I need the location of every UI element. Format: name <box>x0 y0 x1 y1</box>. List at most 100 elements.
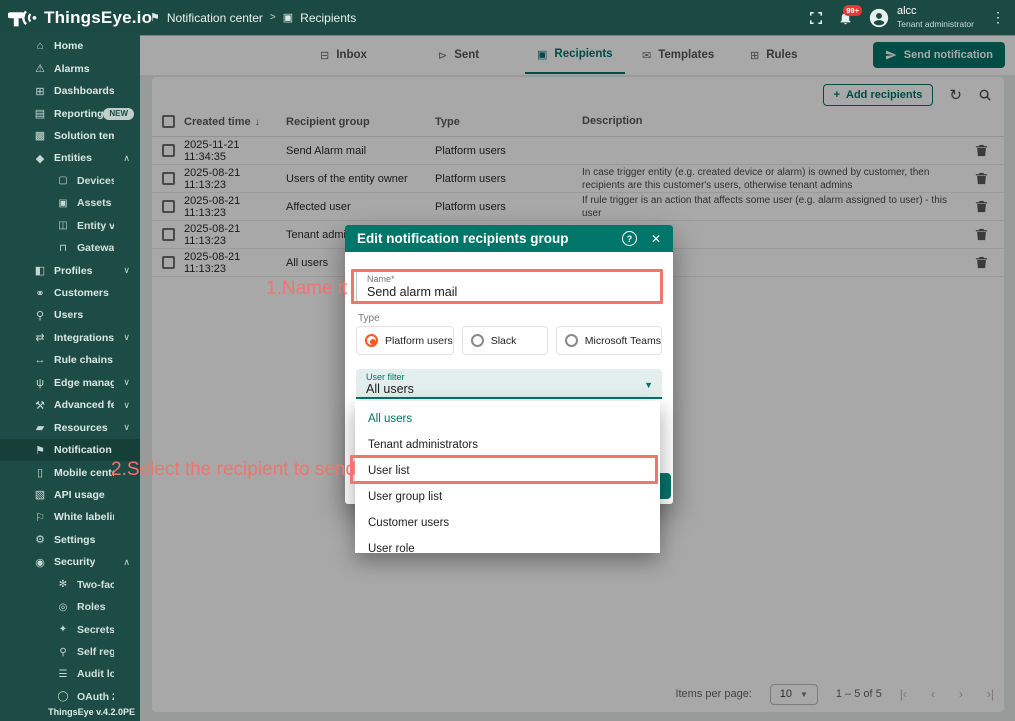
breadcrumb-page[interactable]: Recipients <box>300 11 356 25</box>
help-icon[interactable]: ? <box>621 231 637 246</box>
sidebar-item-label: Devices <box>77 174 114 187</box>
sidebar-item-label: Audit logs <box>77 668 114 681</box>
chevron-up-icon: ∧ <box>123 152 130 163</box>
sidebar-item-label: Home <box>54 40 84 53</box>
sidebar-item-alarms[interactable]: ⚠ Alarms <box>0 57 140 79</box>
type-option-label: Microsoft Teams <box>584 334 661 347</box>
sidebar-item-label: Reporting <box>54 107 104 120</box>
user-filter-select[interactable]: User filter All users ▼ <box>356 369 662 399</box>
notification-count-badge: 99+ <box>843 4 862 16</box>
sidebar-item-entities[interactable]: ◆ Entities ∧ <box>0 147 140 169</box>
sidebar-item-label: Resources <box>54 421 108 434</box>
user-menu[interactable]: alcc Tenant administrator <box>868 5 974 29</box>
type-option-microsoft-teams[interactable]: Microsoft Teams <box>555 326 662 355</box>
user-name: alcc <box>896 5 917 18</box>
chevron-down-icon: ∨ <box>123 265 130 276</box>
fullscreen-icon[interactable] <box>809 11 823 25</box>
sidebar-item-label: Mobile center <box>54 466 114 479</box>
sidebar-item-rule-chains[interactable]: ↔ Rule chains <box>0 349 140 371</box>
mobile-center-icon: ▯ <box>36 467 44 480</box>
alarms-icon: ⚠ <box>35 63 45 76</box>
sidebar-item-notification-center[interactable]: ⚑ Notification center <box>0 438 140 462</box>
user-info: alcc Tenant administrator <box>897 5 974 29</box>
sidebar-item-label: API usage <box>54 488 105 501</box>
dropdown-option-customer-users[interactable]: Customer users <box>355 510 660 536</box>
api-usage-icon: ▧ <box>34 489 46 502</box>
sidebar-item-label: Advanced features <box>54 399 114 412</box>
sidebar-item-users[interactable]: ⚲ Users <box>0 304 140 326</box>
recipients-breadcrumb-icon: ▣ <box>282 12 294 24</box>
type-option-slack[interactable]: Slack <box>461 326 548 355</box>
home-icon: ⌂ <box>36 40 44 53</box>
sidebar-item-api-usage[interactable]: ▧ API usage <box>0 484 140 506</box>
sidebar-item-dashboards[interactable]: ⊞ Dashboards <box>0 80 140 102</box>
header-actions: 99+ alcc Tenant administrator ⋮ <box>809 0 1007 35</box>
user-filter-value: All users <box>366 382 414 396</box>
security-icon: ◉ <box>35 556 45 569</box>
sidebar-item-reporting[interactable]: ▤ Reporting NEW <box>0 102 140 124</box>
sidebar-item-white-labeling[interactable]: ⚐ White labeling <box>0 506 140 528</box>
breadcrumb-section[interactable]: Notification center <box>167 11 263 25</box>
profiles-icon: ◧ <box>34 265 46 278</box>
sidebar-item-devices[interactable]: ▢ Devices <box>0 170 140 192</box>
sidebar-item-settings[interactable]: ⚙ Settings <box>0 529 140 551</box>
sidebar-item-label: Customers <box>54 287 109 300</box>
sidebar-item-audit-logs[interactable]: ☰ Audit logs <box>0 663 140 685</box>
devices-icon: ▢ <box>58 175 68 187</box>
chevron-down-icon: ∨ <box>123 422 130 433</box>
notification-center-icon: ⚑ <box>35 444 45 457</box>
sidebar-item-label: Notification center <box>54 444 114 457</box>
new-badge: NEW <box>103 107 134 120</box>
dropdown-option-all-users[interactable]: All users <box>355 406 660 432</box>
sidebar-item-label: Assets <box>77 197 112 210</box>
sidebar-item-gateways[interactable]: ⊓ Gateways <box>0 237 140 259</box>
notifications-bell-icon[interactable]: 99+ <box>838 4 862 26</box>
self-registration-icon: ⚲ <box>59 646 67 658</box>
close-icon[interactable]: ✕ <box>651 232 661 246</box>
chevron-up-icon: ∧ <box>123 556 130 567</box>
radio-icon <box>564 334 578 347</box>
entity-views-icon: ◫ <box>58 220 68 232</box>
sidebar-item-label: Security <box>54 556 96 569</box>
sidebar-item-assets[interactable]: ▣ Assets <box>0 192 140 214</box>
sidebar-item-resources[interactable]: ▰ Resources ∨ <box>0 416 140 438</box>
sidebar-item-label: Settings <box>54 533 96 546</box>
settings-icon: ⚙ <box>35 534 45 547</box>
sidebar-item-label: Alarms <box>54 62 90 75</box>
white-labeling-icon: ⚐ <box>35 511 45 524</box>
sidebar-item-secrets-storage[interactable]: ✦ Secrets storage <box>0 618 140 640</box>
sidebar-item-entity-views[interactable]: ◫ Entity views <box>0 215 140 237</box>
assets-icon: ▣ <box>58 197 68 209</box>
integrations-center-icon: ⇄ <box>35 332 45 345</box>
sidebar-item-security[interactable]: ◉ Security ∧ <box>0 551 140 573</box>
sidebar-item-two-factor[interactable]: ✻ Two-factor authenticati... <box>0 574 140 596</box>
type-option-platform-users[interactable]: Platform users <box>356 326 454 355</box>
sidebar-item-label: Rule chains <box>54 354 113 367</box>
sidebar-item-integrations-center[interactable]: ⇄ Integrations center ∨ <box>0 327 140 349</box>
sidebar-item-label: Two-factor authenticati... <box>77 578 114 591</box>
top-header: ThingsEye.io ⚑ Notification center > ▣ R… <box>0 0 1015 35</box>
sidebar-item-edge-management[interactable]: ψ Edge management ∨ <box>0 372 140 394</box>
sidebar-item-advanced-features[interactable]: ⚒ Advanced features ∨ <box>0 394 140 416</box>
sidebar-item-customers[interactable]: ⚭ Customers <box>0 282 140 304</box>
dropdown-caret-icon: ▼ <box>644 380 653 390</box>
customers-icon: ⚭ <box>35 287 45 300</box>
kebab-menu-icon[interactable]: ⋮ <box>989 9 1007 26</box>
dropdown-option-user-role[interactable]: User role <box>355 536 660 553</box>
sidebar-item-home[interactable]: ⌂ Home <box>0 35 140 57</box>
sidebar-item-label: White labeling <box>54 511 114 524</box>
sidebar-item-solution-templates[interactable]: ▩ Solution templates <box>0 125 140 147</box>
sidebar-item-roles[interactable]: ◎ Roles <box>0 596 140 618</box>
sidebar-item-self-registration[interactable]: ⚲ Self registration <box>0 641 140 663</box>
sidebar-item-profiles[interactable]: ◧ Profiles ∨ <box>0 259 140 281</box>
chevron-down-icon: ∨ <box>123 399 130 410</box>
edge-management-icon: ψ <box>36 376 44 389</box>
modal-header: Edit notification recipients group ? ✕ <box>345 225 673 252</box>
audit-logs-icon: ☰ <box>58 668 68 680</box>
dashboards-icon: ⊞ <box>35 85 45 98</box>
sidebar-item-oauth[interactable]: ◯ OAuth 2.0 <box>0 686 140 708</box>
entities-icon: ◆ <box>35 152 45 165</box>
app-logo[interactable]: ThingsEye.io <box>0 7 152 29</box>
breadcrumb-separator: > <box>269 12 276 23</box>
dropdown-option-user-group-list[interactable]: User group list <box>355 484 660 510</box>
